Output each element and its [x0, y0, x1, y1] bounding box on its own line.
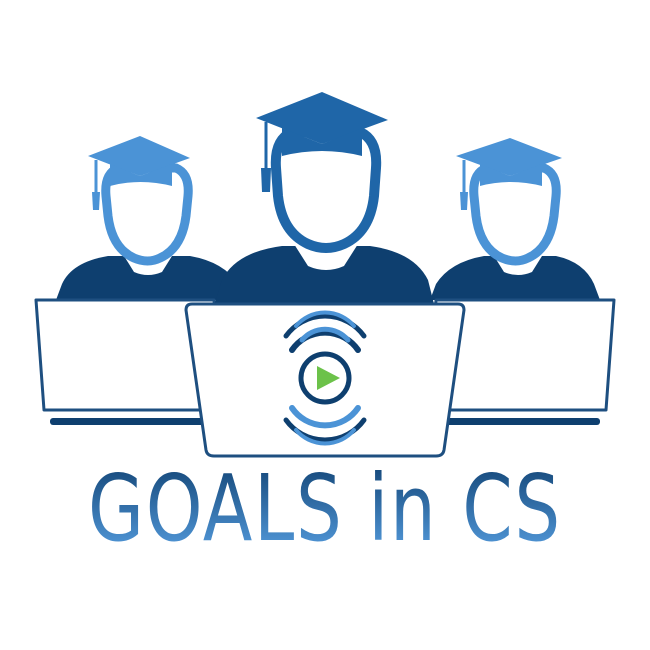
laptop-right-base	[428, 418, 600, 425]
graduate-icon-right	[430, 138, 600, 300]
graduate-right-tassel-end	[460, 192, 468, 210]
graduate-icon-left	[56, 136, 244, 300]
graduate-left-tassel-end	[92, 192, 100, 210]
graduate-center-tassel-end	[261, 168, 271, 192]
goals-in-cs-logo: GOALS in CS	[34, 92, 616, 562]
wordmark-text: GOALS in CS	[88, 455, 562, 562]
graduate-icon-center	[212, 92, 436, 312]
laptop-left-base	[50, 418, 222, 425]
play-icon	[298, 351, 352, 405]
